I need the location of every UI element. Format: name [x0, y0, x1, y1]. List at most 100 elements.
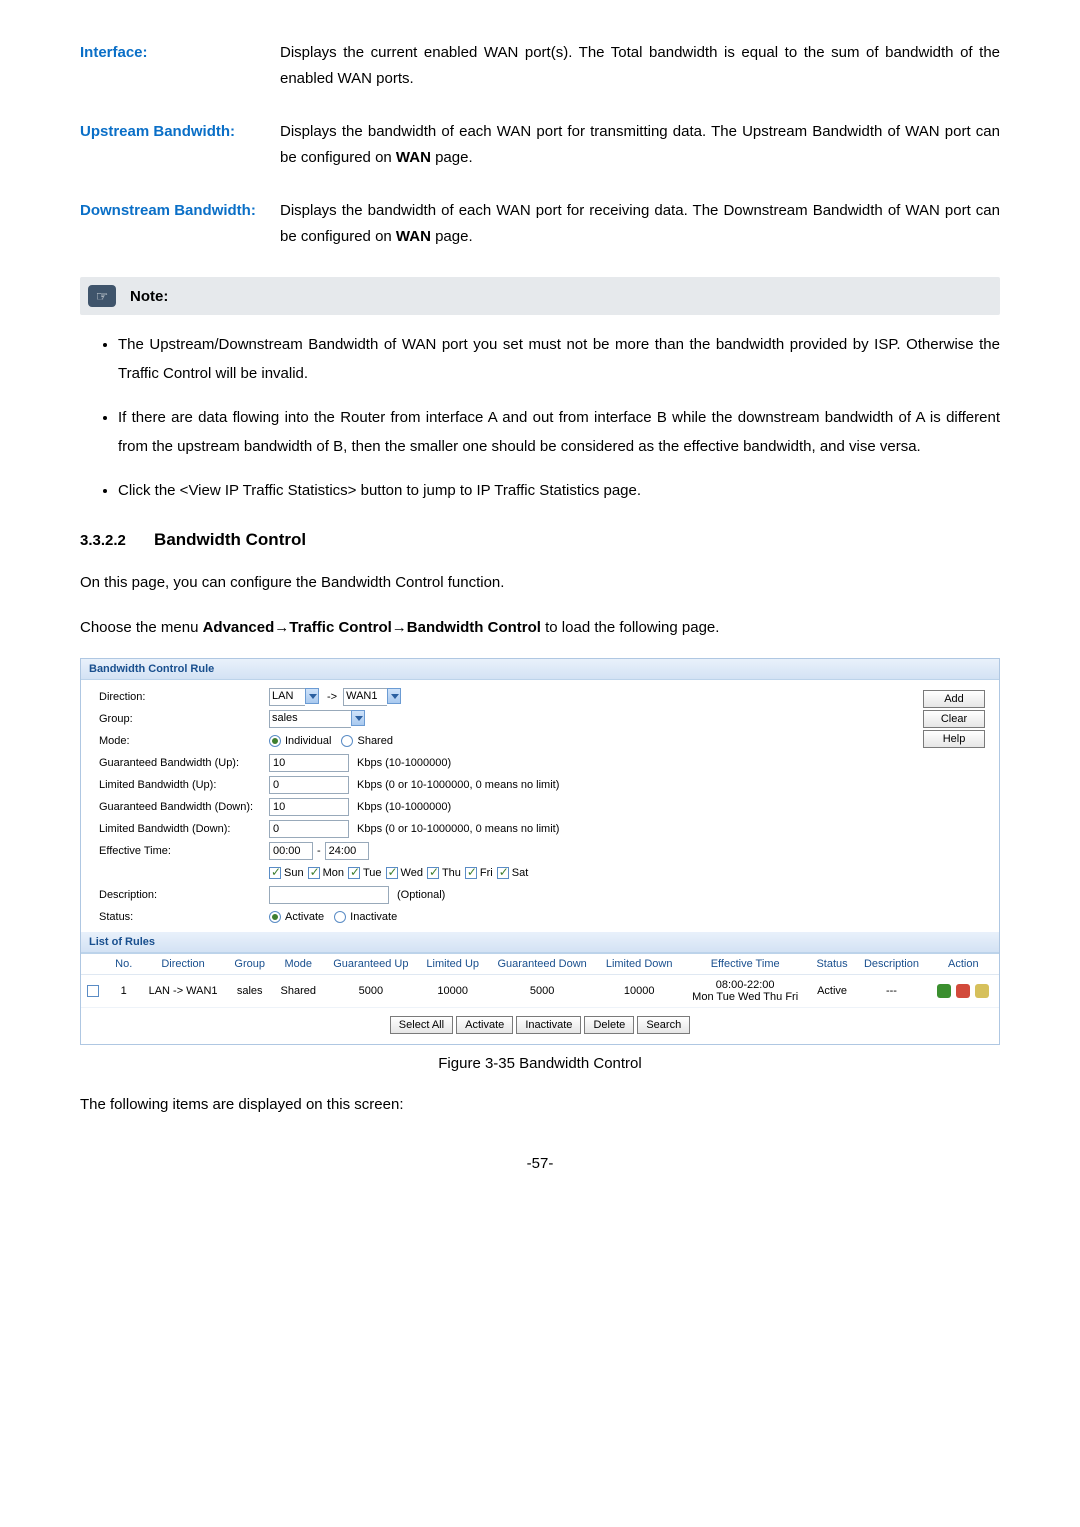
help-button[interactable]: Help [923, 730, 985, 748]
label-gbw-dn: Guaranteed Bandwidth (Down): [99, 801, 269, 813]
day-thu-checkbox[interactable] [427, 867, 439, 879]
direction-from-select[interactable]: LAN [269, 688, 319, 706]
mode-shared-text: Shared [357, 735, 392, 747]
mode-individual-radio[interactable] [269, 735, 281, 747]
hint-kbps-range0-b: Kbps (0 or 10-1000000, 0 means no limit) [357, 823, 559, 835]
panel-header-rule: Bandwidth Control Rule [81, 659, 999, 680]
col-direction: Direction [139, 954, 226, 975]
eff-to-input[interactable] [325, 842, 369, 860]
cell-no: 1 [108, 975, 139, 1008]
gbw-up-input[interactable] [269, 754, 349, 772]
label-effective-time: Effective Time: [99, 845, 269, 857]
note-bullet-3: Click the <View IP Traffic Statistics> b… [118, 477, 1000, 506]
day-tue-text: Tue [363, 867, 382, 879]
intro-text: On this page, you can configure the Band… [80, 568, 1000, 597]
direction-to-value: WAN1 [343, 688, 387, 706]
chevron-down-icon [305, 688, 319, 704]
col-efftime: Effective Time [682, 954, 809, 975]
nav-b2: Traffic Control [289, 619, 392, 636]
label-mode: Mode: [99, 735, 269, 747]
cell-efftime: 08:00-22:00 Mon Tue Wed Thu Fri [682, 975, 809, 1008]
rules-table: No. Direction Group Mode Guaranteed Up L… [81, 953, 999, 1008]
desc-downstream-p2: page. [431, 228, 473, 245]
day-mon-text: Mon [323, 867, 344, 879]
day-sun-text: Sun [284, 867, 304, 879]
note-label: Note: [130, 288, 168, 305]
nav-b1: Advanced [203, 619, 275, 636]
search-button[interactable]: Search [637, 1016, 690, 1034]
desc-downstream: Displays the bandwidth of each WAN port … [280, 198, 1000, 249]
hint-kbps-range0-a: Kbps (0 or 10-1000000, 0 means no limit) [357, 779, 559, 791]
group-value: sales [269, 710, 351, 728]
status-inactivate-radio[interactable] [334, 911, 346, 923]
status-activate-radio[interactable] [269, 911, 281, 923]
label-lbw-up: Limited Bandwidth (Up): [99, 779, 269, 791]
gbw-dn-input[interactable] [269, 798, 349, 816]
col-gu: Guaranteed Up [324, 954, 418, 975]
row-select-checkbox[interactable] [87, 985, 99, 997]
clear-button[interactable]: Clear [923, 710, 985, 728]
cell-gu: 5000 [324, 975, 418, 1008]
desc-interface: Displays the current enabled WAN port(s)… [280, 40, 1000, 91]
col-mode: Mode [273, 954, 324, 975]
label-description: Description: [99, 889, 269, 901]
direction-to-select[interactable]: WAN1 [343, 688, 401, 706]
copy-icon[interactable] [975, 984, 989, 998]
delete-icon[interactable] [956, 984, 970, 998]
eff-dash: - [317, 845, 321, 857]
cell-ld: 10000 [597, 975, 682, 1008]
page-number: -57- [80, 1155, 1000, 1172]
section-number: 3.3.2.2 [80, 532, 126, 549]
label-status: Status: [99, 911, 269, 923]
col-no: No. [108, 954, 139, 975]
note-banner: ☞ Note: [80, 277, 1000, 315]
day-tue-checkbox[interactable] [348, 867, 360, 879]
desc-upstream: Displays the bandwidth of each WAN port … [280, 119, 1000, 170]
term-interface: Interface: [80, 40, 280, 91]
day-thu-text: Thu [442, 867, 461, 879]
nav-b3: Bandwidth Control [407, 619, 541, 636]
activate-button[interactable]: Activate [456, 1016, 513, 1034]
day-wed-checkbox[interactable] [386, 867, 398, 879]
nav-path-text: Choose the menu Advanced →Traffic Control… [80, 613, 1000, 642]
section-title: Bandwidth Control [154, 530, 306, 549]
lbw-up-input[interactable] [269, 776, 349, 794]
table-row[interactable]: 1 LAN -> WAN1 sales Shared 5000 10000 50… [81, 975, 999, 1008]
figure-caption: Figure 3-35 Bandwidth Control [80, 1055, 1000, 1072]
eff-from-input[interactable] [269, 842, 313, 860]
cell-efftime-days: Mon Tue Wed Thu Fri [688, 991, 803, 1003]
select-all-button[interactable]: Select All [390, 1016, 453, 1034]
cell-actions [928, 975, 999, 1008]
day-fri-checkbox[interactable] [465, 867, 477, 879]
nav-pre: Choose the menu [80, 619, 203, 636]
desc-downstream-bold: WAN [396, 228, 431, 245]
cell-lu: 10000 [418, 975, 488, 1008]
chevron-down-icon [351, 710, 365, 726]
description-input[interactable] [269, 886, 389, 904]
col-group: Group [227, 954, 273, 975]
status-activate-text: Activate [285, 911, 324, 923]
cell-direction: LAN -> WAN1 [139, 975, 226, 1008]
bandwidth-control-screenshot: Bandwidth Control Rule Direction: LAN ->… [80, 658, 1000, 1045]
mode-shared-radio[interactable] [341, 735, 353, 747]
note-bullet-list: The Upstream/Downstream Bandwidth of WAN… [80, 331, 1000, 506]
hand-point-icon: ☞ [88, 285, 116, 307]
day-sat-text: Sat [512, 867, 529, 879]
day-sun-checkbox[interactable] [269, 867, 281, 879]
lbw-dn-input[interactable] [269, 820, 349, 838]
nav-arrow2: → [392, 619, 407, 636]
day-sat-checkbox[interactable] [497, 867, 509, 879]
note-bullet-2: If there are data flowing into the Route… [118, 404, 1000, 461]
add-button[interactable]: Add [923, 690, 985, 708]
inactivate-button[interactable]: Inactivate [516, 1016, 581, 1034]
nav-post: to load the following page. [541, 619, 719, 636]
day-fri-text: Fri [480, 867, 493, 879]
day-mon-checkbox[interactable] [308, 867, 320, 879]
col-action: Action [928, 954, 999, 975]
cell-mode: Shared [273, 975, 324, 1008]
edit-icon[interactable] [937, 984, 951, 998]
delete-button[interactable]: Delete [584, 1016, 634, 1034]
chevron-down-icon [387, 688, 401, 704]
group-select[interactable]: sales [269, 710, 365, 728]
closing-text: The following items are displayed on thi… [80, 1090, 1000, 1119]
